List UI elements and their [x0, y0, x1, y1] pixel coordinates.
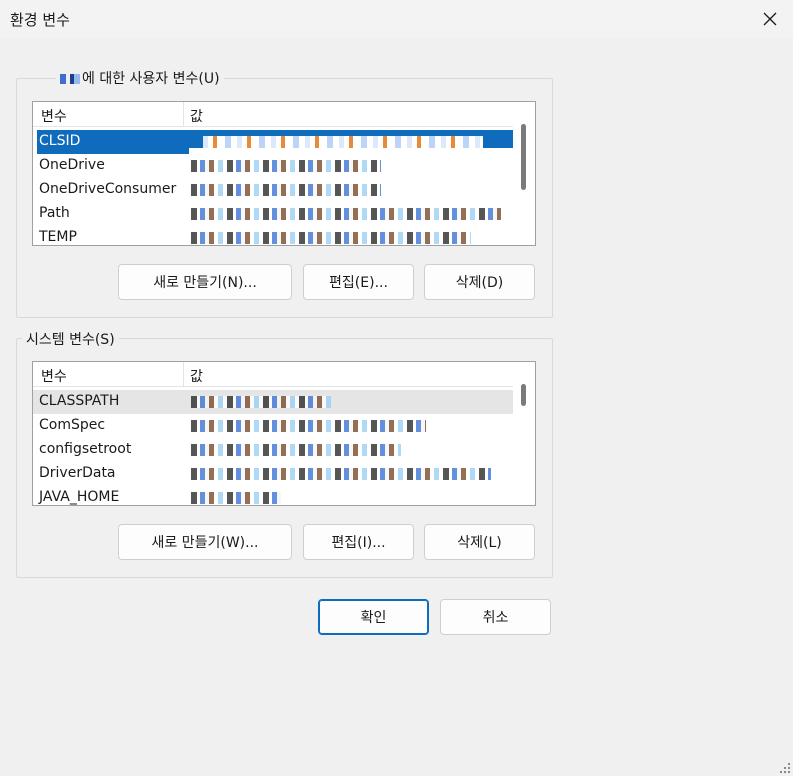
table-row[interactable]: CLASSPATH	[33, 390, 513, 414]
scroll-thumb[interactable]	[521, 124, 526, 190]
row-value	[191, 184, 381, 196]
row-value	[191, 444, 401, 456]
user-delete-button[interactable]: 삭제(D)	[424, 264, 535, 300]
vertical-scrollbar[interactable]	[513, 362, 535, 505]
column-header-value[interactable]: 값	[190, 366, 203, 386]
close-button[interactable]	[747, 0, 793, 38]
list-header: 변수 값	[33, 102, 535, 127]
table-row[interactable]: Path	[33, 202, 513, 226]
table-row[interactable]: OneDriveConsumer	[33, 178, 513, 202]
row-value	[191, 468, 491, 480]
vertical-scrollbar[interactable]	[513, 102, 535, 245]
row-name: OneDrive	[39, 157, 105, 173]
row-value	[191, 160, 381, 172]
row-name: configsetroot	[39, 441, 132, 457]
resize-grip-icon[interactable]	[779, 762, 791, 774]
user-variables-list[interactable]: 변수 값 CLSID OneDrive OneDriveConsumer Pat…	[32, 101, 536, 246]
row-value	[191, 396, 331, 408]
row-name: CLSID	[39, 133, 81, 149]
table-row[interactable]: JAVA_HOME	[33, 486, 513, 505]
close-icon	[763, 12, 777, 26]
column-header-variable[interactable]: 변수	[41, 366, 67, 386]
scroll-thumb[interactable]	[521, 384, 526, 406]
title-bar: 환경 변수	[0, 0, 793, 38]
row-value	[191, 492, 281, 504]
table-row[interactable]: ComSpec	[33, 414, 513, 438]
user-variables-label: 에 대한 사용자 변수(U)	[56, 68, 224, 88]
row-value	[191, 232, 471, 244]
row-name: TEMP	[39, 229, 77, 245]
system-variables-label: 시스템 변수(S)	[22, 329, 119, 349]
user-edit-button[interactable]: 편집(E)...	[303, 264, 414, 300]
cancel-button[interactable]: 취소	[440, 599, 551, 635]
ok-button[interactable]: 확인	[318, 599, 429, 635]
list-header: 변수 값	[33, 362, 535, 387]
table-row[interactable]: OneDrive	[33, 154, 513, 178]
system-delete-button[interactable]: 삭제(L)	[424, 524, 535, 560]
system-edit-button[interactable]: 편집(I)...	[303, 524, 414, 560]
window-title: 환경 변수	[10, 11, 70, 29]
system-new-button[interactable]: 새로 만들기(W)...	[118, 524, 292, 560]
table-row[interactable]: configsetroot	[33, 438, 513, 462]
column-header-variable[interactable]: 변수	[41, 106, 67, 126]
row-value	[203, 136, 483, 148]
column-header-value[interactable]: 값	[190, 106, 203, 126]
row-value	[191, 208, 501, 220]
row-name: DriverData	[39, 465, 116, 481]
table-row[interactable]: TEMP	[33, 226, 513, 245]
system-variables-list[interactable]: 변수 값 CLASSPATH ComSpec configsetroot Dri…	[32, 361, 536, 506]
row-name: ComSpec	[39, 417, 106, 433]
row-name: JAVA_HOME	[39, 489, 120, 505]
row-name: Path	[39, 205, 70, 221]
row-value	[191, 420, 426, 432]
user-new-button[interactable]: 새로 만들기(N)...	[118, 264, 292, 300]
redacted-username	[60, 74, 80, 84]
row-name: CLASSPATH	[39, 393, 120, 409]
row-name: OneDriveConsumer	[39, 181, 177, 197]
table-row[interactable]: DriverData	[33, 462, 513, 486]
table-row[interactable]: CLSID	[33, 130, 513, 154]
